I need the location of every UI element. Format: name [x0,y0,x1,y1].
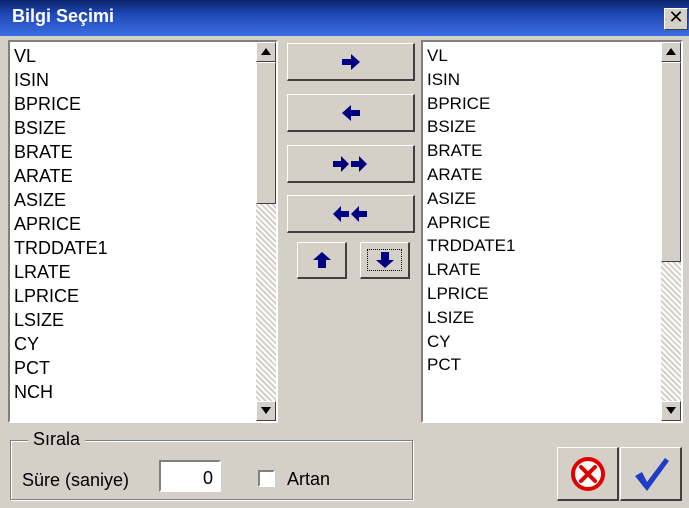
selected-fields-items: VL ISIN BPRICE BSIZE BRATE ARATE ASIZE APRICE TR… [425,44,659,377]
add-all-button[interactable] [287,145,415,183]
available-field-item[interactable]: ASIZE [12,188,254,212]
available-field-item[interactable]: ARATE [12,164,254,188]
selected-field-item[interactable]: VL [425,44,659,68]
dialog-window: Bilgi Seçimi ✕ VL ISIN BPRICE BSIZE BRATE ARA… [0,0,689,508]
move-up-button[interactable] [297,242,347,279]
cancel-button[interactable] [557,447,619,501]
double-arrow-right-icon [332,155,367,172]
available-field-item[interactable]: BPRICE [12,92,254,116]
close-icon: ✕ [668,7,684,28]
arrow-up-icon [312,252,331,268]
duration-input[interactable]: 0 [159,460,221,492]
available-field-item[interactable]: BRATE [12,140,254,164]
available-fields-list[interactable]: VL ISIN BPRICE BSIZE BRATE ARATE ASIZE APRICE TR… [8,40,278,423]
selected-field-item[interactable]: ISIN [425,68,659,92]
selected-field-item[interactable]: ASIZE [425,187,659,211]
selected-field-item[interactable]: APRICE [425,211,659,235]
checkmark-icon [634,457,669,491]
selected-field-item[interactable]: LRATE [425,258,659,282]
available-field-item[interactable]: BSIZE [12,116,254,140]
available-field-item[interactable]: APRICE [12,212,254,236]
title-bar: Bilgi Seçimi ✕ [0,0,689,36]
selected-field-item[interactable]: BRATE [425,139,659,163]
available-field-item[interactable]: PCT [12,356,254,380]
arrow-left-icon [341,104,360,121]
left-scrollbar[interactable] [256,42,276,421]
available-field-item[interactable]: NCH [12,380,254,404]
selected-field-item[interactable]: TRDDATE1 [425,234,659,258]
triangle-down-icon [261,407,271,414]
ok-button[interactable] [620,447,682,501]
cancel-icon [570,456,605,491]
available-field-item[interactable]: CY [12,332,254,356]
remove-all-button[interactable] [287,195,415,233]
remove-selected-button[interactable] [287,94,415,132]
left-scroll-thumb[interactable] [256,62,276,204]
duration-label: Süre (saniye) [22,470,130,490]
double-arrow-left-icon [332,205,367,222]
available-field-item[interactable]: LRATE [12,260,254,284]
arrow-down-icon [375,252,394,268]
selected-fields-list[interactable]: VL ISIN BPRICE BSIZE BRATE ARATE ASIZE APRICE TR… [421,40,683,423]
move-down-button[interactable] [360,242,410,279]
close-button[interactable]: ✕ [664,8,688,30]
add-selected-button[interactable] [287,43,415,81]
selected-field-item[interactable]: ARATE [425,163,659,187]
right-scroll-down-button[interactable] [661,401,681,421]
available-field-item[interactable]: LSIZE [12,308,254,332]
available-field-item[interactable]: TRDDATE1 [12,236,254,260]
right-scrollbar[interactable] [661,42,681,421]
available-field-item[interactable]: LPRICE [12,284,254,308]
selected-field-item[interactable]: LSIZE [425,306,659,330]
selected-field-item[interactable]: BPRICE [425,92,659,116]
left-scroll-up-button[interactable] [256,42,276,62]
selected-field-item[interactable]: BSIZE [425,115,659,139]
window-title: Bilgi Seçimi [12,6,115,26]
available-field-item[interactable]: VL [12,44,254,68]
triangle-down-icon [666,407,676,414]
left-scroll-down-button[interactable] [256,401,276,421]
selected-field-item[interactable]: CY [425,330,659,354]
arrow-right-icon [341,53,360,70]
ascending-checkbox[interactable] [258,470,275,487]
available-fields-items: VL ISIN BPRICE BSIZE BRATE ARATE ASIZE APRICE TR… [12,44,254,404]
right-scroll-up-button[interactable] [661,42,681,62]
selected-field-item[interactable]: PCT [425,353,659,377]
sort-group-label: Sırala [28,429,86,450]
right-scroll-thumb[interactable] [661,62,681,262]
ascending-label: Artan [287,469,331,489]
selected-field-item[interactable]: LPRICE [425,282,659,306]
available-field-item[interactable]: ISIN [12,68,254,92]
triangle-up-icon [666,48,676,55]
triangle-up-icon [261,48,271,55]
